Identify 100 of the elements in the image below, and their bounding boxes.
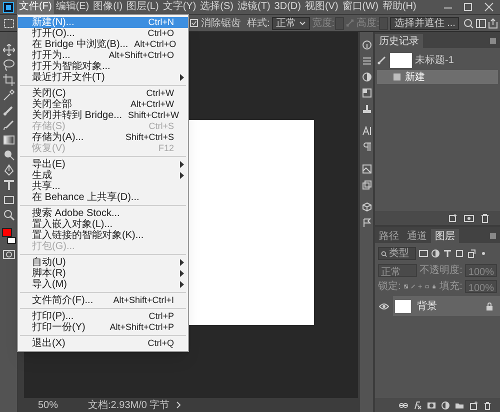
menu-bar-item[interactable]: 图层(L): [124, 0, 161, 14]
menu-item[interactable]: 打开为... Alt+Shift+Ctrl+O: [18, 50, 188, 61]
menu-item[interactable]: 新建(N)... Ctrl+N: [18, 17, 188, 28]
share-icon[interactable]: [488, 18, 498, 28]
menu-item[interactable]: 在 Bridge 中浏览(B)... Alt+Ctrl+O: [18, 39, 188, 50]
menu-item[interactable]: 文件简介(F)... Alt+Shift+Ctrl+I: [18, 295, 188, 306]
panel-menu-icon[interactable]: [489, 37, 497, 45]
background-color-swatch[interactable]: [6, 237, 16, 244]
camera-icon[interactable]: [464, 213, 474, 223]
menu-bar-item[interactable]: 文字(Y): [160, 0, 198, 14]
layer-comps-icon[interactable]: [362, 180, 372, 190]
adjustments-icon[interactable]: [362, 72, 372, 82]
brush-tool-icon[interactable]: [2, 119, 14, 131]
type-filter-icon[interactable]: [443, 249, 452, 258]
image-icon[interactable]: [362, 164, 372, 174]
eye-icon[interactable]: [379, 302, 389, 310]
menu-bar-item[interactable]: 文件(F): [17, 0, 54, 14]
panel-tab[interactable]: 通道: [403, 229, 431, 243]
panel-tab[interactable]: 图层: [431, 229, 459, 243]
menu-bar-item[interactable]: 滤镜(T): [236, 0, 272, 14]
toggle-dot-icon[interactable]: [479, 249, 488, 258]
menu-bar-item[interactable]: 帮助(H): [380, 0, 418, 14]
gradient-tool-icon[interactable]: [2, 134, 14, 146]
menu-bar-item[interactable]: 选择(S): [198, 0, 236, 14]
adjustment-filter-icon[interactable]: [431, 249, 440, 258]
anti-alias-checkbox[interactable]: 消除锯齿: [190, 16, 241, 30]
menu-item[interactable]: 导出(E): [18, 159, 188, 170]
rectangle-tool-icon[interactable]: [2, 194, 14, 206]
menu-bar-item[interactable]: 编辑(E): [54, 0, 92, 14]
character-icon[interactable]: [362, 126, 372, 136]
paragraph-icon[interactable]: [362, 142, 372, 152]
lasso-tool-icon[interactable]: [2, 59, 14, 71]
menu-item[interactable]: 导入(M): [18, 279, 188, 290]
menu-item[interactable]: 打印(P)... Ctrl+P: [18, 311, 188, 322]
lock-icon[interactable]: [432, 282, 437, 290]
dodge-tool-icon[interactable]: [2, 149, 14, 161]
panel-tab[interactable]: 路径: [375, 229, 403, 243]
search-icon[interactable]: [463, 18, 474, 28]
eyedropper-tool-icon[interactable]: [2, 89, 14, 101]
swatches-icon[interactable]: [362, 88, 372, 98]
new-layer-icon[interactable]: [469, 400, 478, 410]
brush-icon[interactable]: [377, 55, 387, 65]
menu-bar-item[interactable]: 视图(V): [302, 0, 340, 14]
menu-item[interactable]: 置入链接的智能对象(K)...: [18, 230, 188, 241]
style-dropdown[interactable]: 正常: [272, 16, 310, 30]
chevron-right-icon[interactable]: [176, 401, 182, 409]
menu-bar-item[interactable]: 3D(D): [272, 0, 303, 14]
folder-icon[interactable]: [455, 400, 464, 410]
menu-item[interactable]: 打开为智能对象...: [18, 61, 188, 72]
menu-item[interactable]: 搜索 Adobe Stock...: [18, 208, 188, 219]
shape-filter-icon[interactable]: [455, 249, 464, 258]
history-state-row[interactable]: 新建: [377, 70, 498, 84]
menu-item[interactable]: 关闭并转到 Bridge... Shift+Ctrl+W: [18, 110, 188, 121]
menu-item[interactable]: 在 Behance 上共享(D)...: [18, 192, 188, 203]
healing-brush-tool-icon[interactable]: [2, 104, 14, 116]
link-icon[interactable]: [399, 400, 408, 410]
panel-menu-icon[interactable]: [489, 232, 497, 240]
menu-item[interactable]: 存储为(A)... Shift+Ctrl+S: [18, 132, 188, 143]
width-field[interactable]: [334, 16, 344, 30]
menu-item[interactable]: 关闭(C) Ctrl+W: [18, 88, 188, 99]
checkerboard-lock-icon[interactable]: [404, 282, 408, 290]
menu-item[interactable]: 自动(U): [18, 257, 188, 268]
menu-bar-item[interactable]: 图像(I): [91, 0, 125, 14]
menu-item[interactable]: 打印一份(Y) Alt+Shift+Ctrl+P: [18, 322, 188, 333]
type-tool-icon[interactable]: [2, 179, 14, 191]
menu-item[interactable]: 共享...: [18, 181, 188, 192]
cube-icon[interactable]: [362, 202, 372, 212]
layer-row[interactable]: 背景: [393, 296, 500, 316]
trash-icon[interactable]: [483, 400, 492, 410]
menu-item[interactable]: 生成: [18, 170, 188, 181]
move-tool-icon[interactable]: [2, 44, 14, 56]
workspace-icon[interactable]: [476, 18, 486, 28]
image-filter-icon[interactable]: [419, 249, 428, 258]
menu-item[interactable]: 置入嵌入对象(L)...: [18, 219, 188, 230]
menu-bar-item[interactable]: 窗口(W): [340, 0, 380, 14]
new-document-icon[interactable]: [448, 213, 458, 223]
foreground-color-swatch[interactable]: [2, 228, 12, 237]
mask-icon[interactable]: [427, 400, 436, 410]
menu-item[interactable]: 脚本(R): [18, 268, 188, 279]
crop-tool-icon[interactable]: [2, 74, 14, 86]
menu-item[interactable]: 退出(X) Ctrl+Q: [18, 338, 188, 349]
smart-object-filter-icon[interactable]: [467, 249, 476, 258]
quick-mask-icon[interactable]: [2, 249, 14, 260]
panel-tab[interactable]: 历史记录: [375, 34, 423, 48]
menu-item[interactable]: 最近打开文件(T): [18, 72, 188, 83]
menu-item[interactable]: 关闭全部 Alt+Ctrl+W: [18, 99, 188, 110]
stamp-icon[interactable]: [362, 104, 372, 114]
zoom-tool-icon[interactable]: [2, 209, 14, 221]
select-and-mask-button[interactable]: 选择并遮住 ...: [390, 16, 460, 30]
adjustment-layer-icon[interactable]: [441, 400, 450, 410]
trash-icon[interactable]: [480, 213, 490, 223]
layer-filter-field[interactable]: 类型: [378, 247, 416, 260]
effects-icon[interactable]: [413, 400, 422, 410]
marquee-tool-icon[interactable]: [4, 18, 14, 28]
properties-icon[interactable]: [362, 56, 372, 66]
menu-item[interactable]: 打开(O)... Ctrl+O: [18, 28, 188, 39]
flag-icon[interactable]: [362, 218, 372, 228]
height-field[interactable]: [379, 16, 388, 30]
pen-tool-icon[interactable]: [2, 164, 14, 176]
info-icon[interactable]: [362, 40, 372, 50]
